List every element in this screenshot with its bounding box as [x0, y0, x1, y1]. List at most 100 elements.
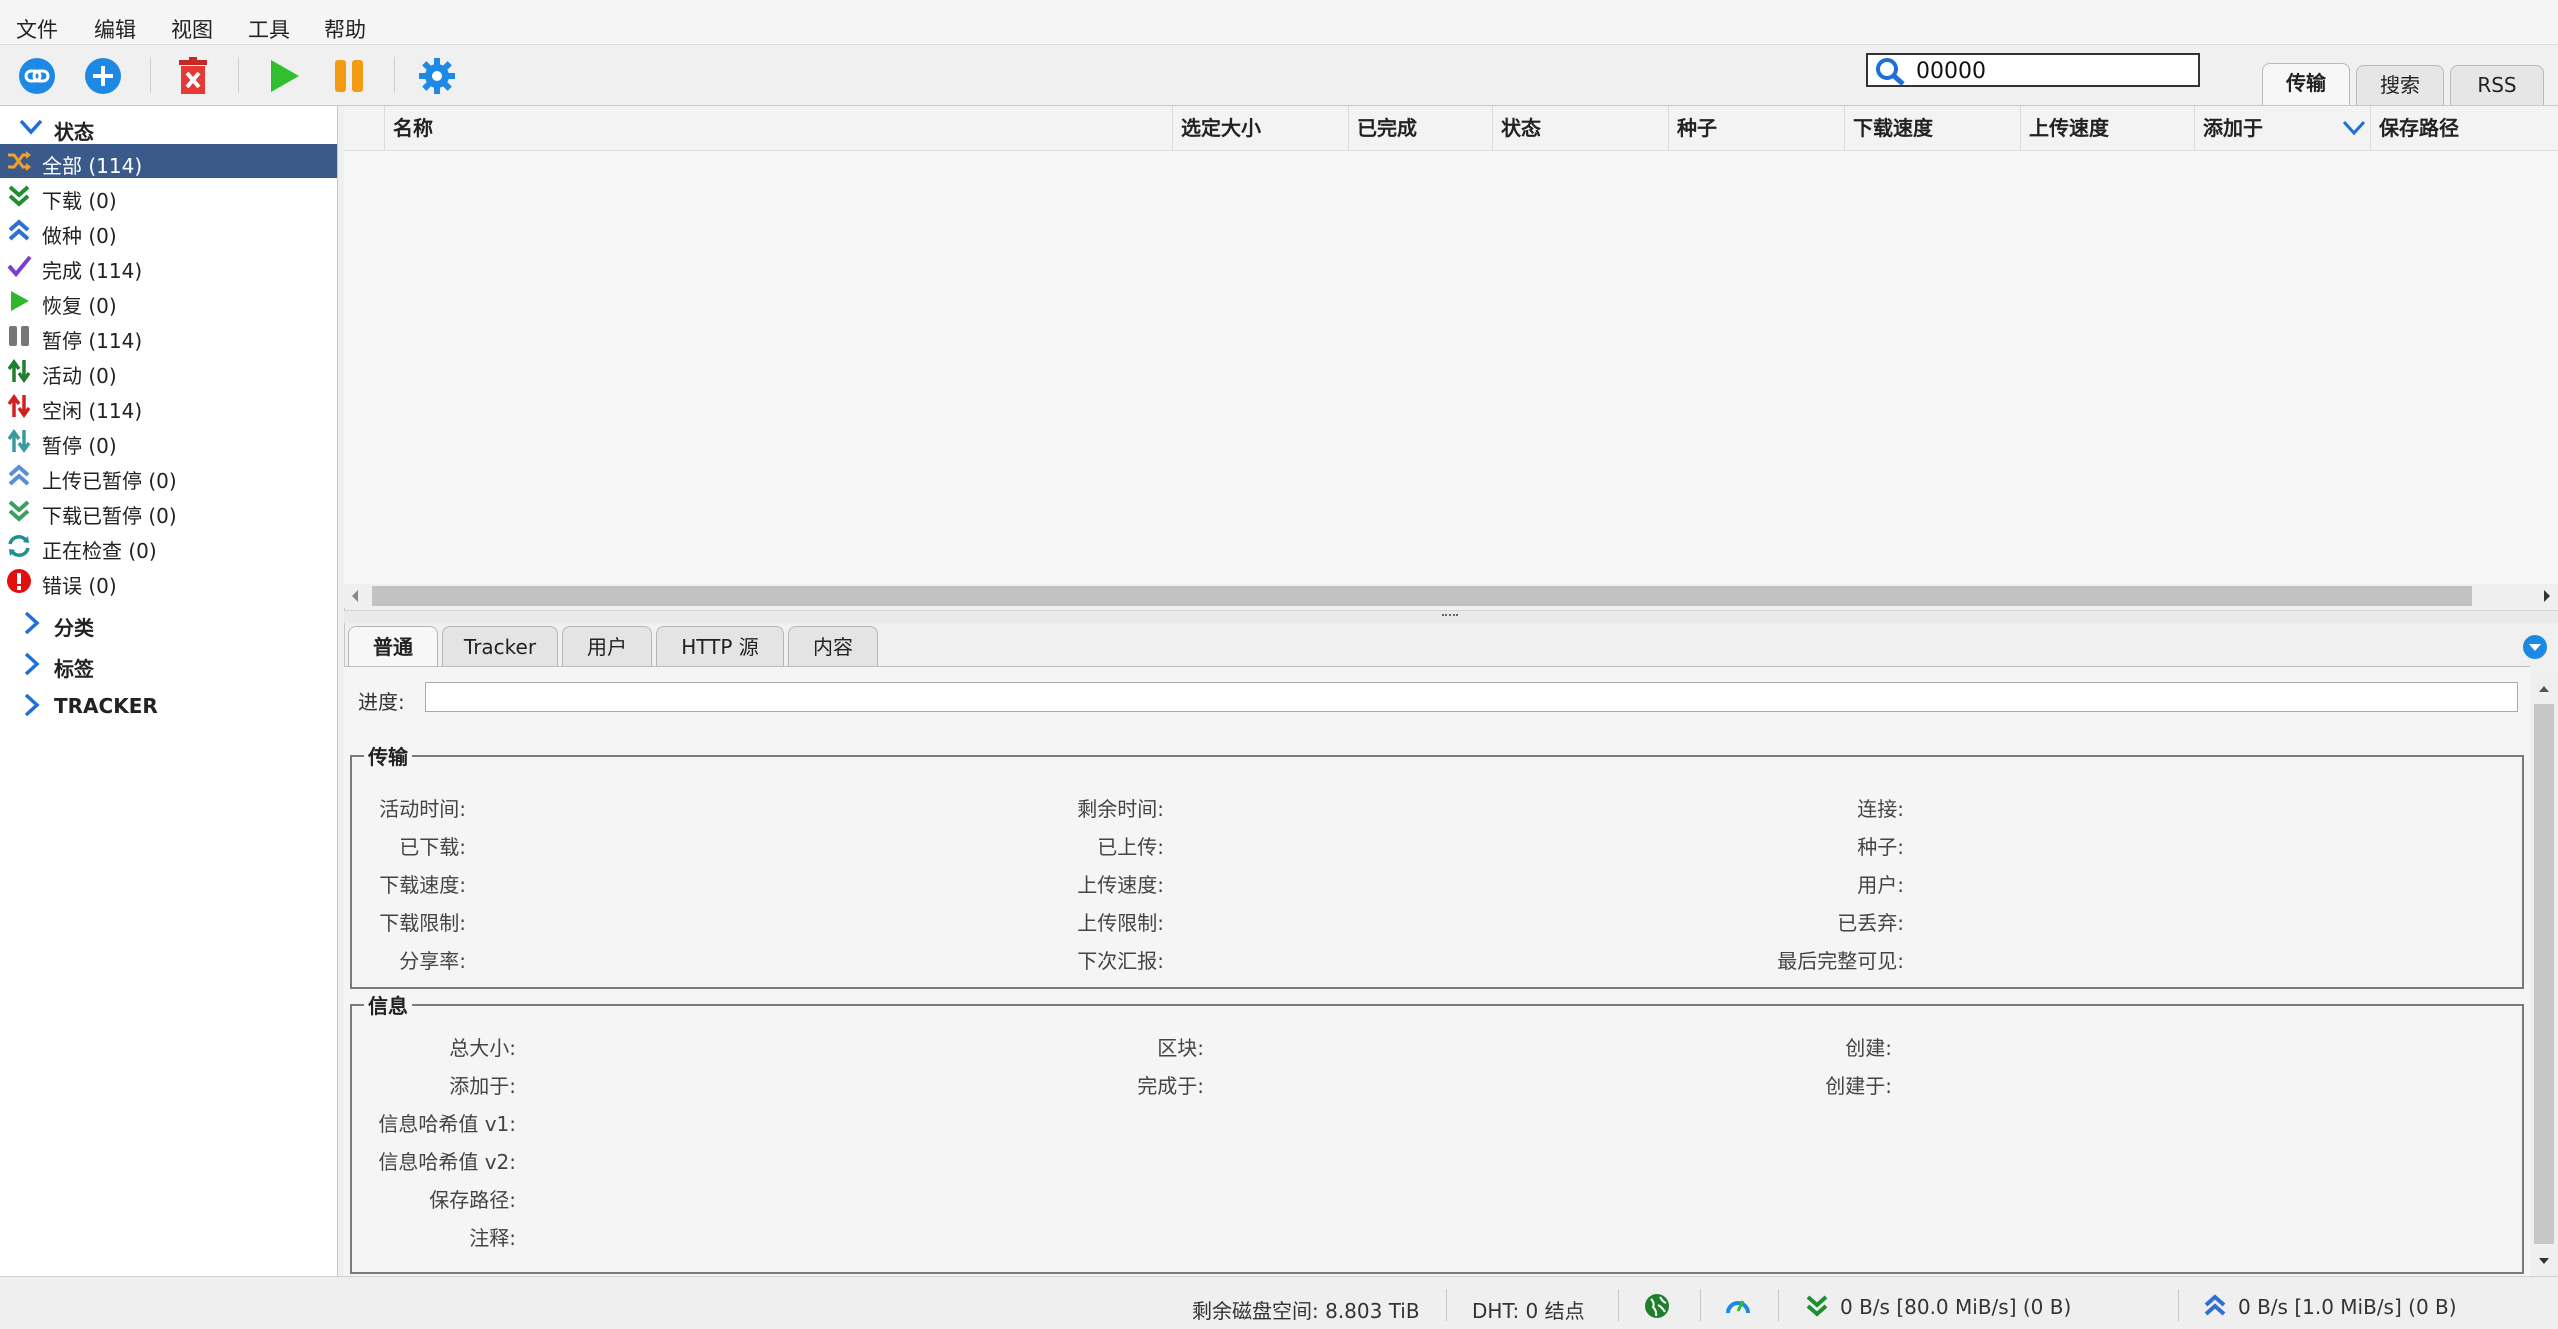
pause-button[interactable]	[326, 53, 372, 99]
total-size-label: 总大小:	[449, 1036, 516, 1060]
sidebar-item-resumed[interactable]: 恢复 (0)	[0, 284, 337, 318]
trackers-section-header[interactable]: TRACKER	[0, 688, 337, 722]
delete-button[interactable]	[170, 53, 216, 99]
sidebar-item-label: 空闲 (114)	[42, 399, 143, 423]
download-speed-icon	[1806, 1295, 1828, 1317]
add-link-button[interactable]	[14, 53, 60, 99]
tab-search[interactable]: 搜索	[2356, 65, 2444, 105]
search-value: 00000	[1916, 59, 1986, 84]
chevron-right-icon	[24, 693, 40, 717]
menu-file[interactable]: 文件	[16, 14, 58, 44]
table-header: 名称 选定大小 已完成 状态 种子 下载速度 上传速度 添加于 保存路径	[344, 106, 2558, 151]
categories-section-header[interactable]: 分类	[0, 606, 337, 640]
torrent-table[interactable]	[344, 106, 2558, 608]
progress-bar	[425, 682, 2518, 712]
double-chevron-down-icon	[8, 500, 30, 522]
sidebar-item-label: 全部 (114)	[42, 154, 143, 178]
sidebar-item-label: 错误 (0)	[42, 574, 117, 598]
scroll-up-icon	[2539, 686, 2549, 692]
added-on-label: 添加于:	[449, 1074, 516, 1098]
created-by-label: 创建:	[1845, 1036, 1892, 1060]
status-bar: 剩余磁盘空间: 8.803 TiB DHT: 0 结点 0 B/s [80.0 …	[0, 1276, 2558, 1329]
tab-rss[interactable]: RSS	[2450, 65, 2544, 105]
categories-section-title: 分类	[54, 616, 94, 640]
panel-splitter[interactable]	[344, 610, 2558, 623]
sidebar-item-label: 下载已暂停 (0)	[42, 504, 177, 528]
transfer-labels-col3: 连接: 种子: 用户: 已丢弃: 最后完整可见:	[1700, 790, 1904, 980]
chevron-down-icon	[19, 119, 43, 135]
search-input[interactable]: 00000	[1866, 53, 2200, 87]
speed-limit-icon[interactable]	[1724, 1293, 1752, 1319]
sidebar-item-label: 正在检查 (0)	[42, 539, 157, 563]
sidebar-item-label: 暂停 (0)	[42, 434, 117, 458]
vertical-scrollbar[interactable]	[2530, 676, 2558, 1274]
sidebar-item-errored[interactable]: 错误 (0)	[0, 564, 337, 598]
delete-icon	[179, 57, 207, 94]
status-section-header[interactable]: 状态	[0, 110, 337, 144]
horizontal-scroll-thumb[interactable]	[372, 586, 2472, 606]
add-torrent-button[interactable]	[80, 53, 126, 99]
column-upload-speed[interactable]: 上传速度	[2020, 106, 2194, 150]
next-announce-label: 下次汇报:	[1077, 949, 1164, 973]
sidebar-item-downloading[interactable]: 下载 (0)	[0, 179, 337, 213]
sidebar-item-checking[interactable]: 正在检查 (0)	[0, 529, 337, 563]
tags-section-header[interactable]: 标签	[0, 647, 337, 681]
uploaded-label: 已上传:	[1097, 835, 1164, 859]
info-labels-col3: 创建: 创建于:	[1700, 1029, 1892, 1105]
pause-icon	[335, 60, 363, 92]
collapse-panel-icon[interactable]	[2522, 634, 2548, 660]
resume-button[interactable]	[260, 53, 306, 99]
free-disk-space: 剩余磁盘空间: 8.803 TiB	[1192, 1299, 1420, 1323]
comment-label: 注释:	[469, 1226, 516, 1250]
save-path-label: 保存路径:	[429, 1188, 516, 1212]
sidebar-item-paused[interactable]: 暂停 (114)	[0, 319, 337, 353]
download-limit-label: 下载限制:	[379, 911, 466, 935]
options-button[interactable]	[414, 53, 460, 99]
sidebar-item-label: 活动 (0)	[42, 364, 117, 388]
completed-on-label: 完成于:	[1137, 1074, 1204, 1098]
tab-transfers[interactable]: 传输	[2262, 63, 2350, 105]
transfer-labels-col2: 剩余时间: 已上传: 上传速度: 上传限制: 下次汇报:	[1000, 790, 1164, 980]
created-on-label: 创建于:	[1825, 1074, 1892, 1098]
tab-general[interactable]: 普通	[348, 626, 438, 666]
tab-trackers[interactable]: Tracker	[442, 626, 558, 666]
column-seeds[interactable]: 种子	[1668, 106, 1844, 150]
scroll-left-icon	[352, 590, 358, 602]
menu-bar: 文件 编辑 视图 工具 帮助	[0, 0, 2558, 45]
sidebar-item-all[interactable]: 全部 (114)	[0, 144, 337, 178]
sidebar-item-label: 完成 (114)	[42, 259, 143, 283]
trackers-section-title: TRACKER	[54, 694, 158, 718]
sidebar-item-active[interactable]: 活动 (0)	[0, 354, 337, 388]
column-name[interactable]: 名称	[384, 106, 1172, 150]
menu-edit[interactable]: 编辑	[94, 14, 136, 44]
sidebar-item-stalled[interactable]: 暂停 (0)	[0, 424, 337, 458]
sidebar-item-completed[interactable]: 完成 (114)	[0, 249, 337, 283]
tags-section-title: 标签	[54, 657, 94, 681]
tab-http-sources[interactable]: HTTP 源	[656, 626, 784, 666]
last-seen-complete-label: 最后完整可见:	[1777, 949, 1904, 973]
up-down-arrows-icon	[7, 393, 31, 419]
sidebar: 状态 全部 (114) 下载 (0) 做种 (0) 完成 (114) 恢复 (0…	[0, 106, 338, 1276]
column-completed[interactable]: 已完成	[1348, 106, 1492, 150]
tab-peers[interactable]: 用户	[562, 626, 652, 666]
column-save-path[interactable]: 保存路径	[2370, 106, 2558, 150]
menu-view[interactable]: 视图	[171, 14, 213, 44]
transfer-group-title: 传输	[364, 741, 412, 770]
tab-content[interactable]: 内容	[788, 626, 878, 666]
column-status[interactable]: 状态	[1492, 106, 1668, 150]
menu-help[interactable]: 帮助	[324, 14, 366, 44]
sidebar-item-inactive[interactable]: 空闲 (114)	[0, 389, 337, 423]
horizontal-scrollbar[interactable]	[344, 584, 2558, 608]
double-chevron-up-icon	[8, 219, 30, 241]
downloaded-label: 已下载:	[399, 835, 466, 859]
sidebar-item-label: 上传已暂停 (0)	[42, 469, 177, 493]
column-selected-size[interactable]: 选定大小	[1172, 106, 1348, 150]
sidebar-item-stalled-uploading[interactable]: 上传已暂停 (0)	[0, 459, 337, 493]
sidebar-item-stalled-downloading[interactable]: 下载已暂停 (0)	[0, 494, 337, 528]
vertical-scroll-thumb[interactable]	[2534, 704, 2554, 1244]
wasted-label: 已丢弃:	[1837, 911, 1904, 935]
column-download-speed[interactable]: 下载速度	[1844, 106, 2020, 150]
sidebar-item-seeding[interactable]: 做种 (0)	[0, 214, 337, 248]
globe-icon[interactable]	[1644, 1293, 1670, 1319]
menu-tools[interactable]: 工具	[248, 14, 290, 44]
